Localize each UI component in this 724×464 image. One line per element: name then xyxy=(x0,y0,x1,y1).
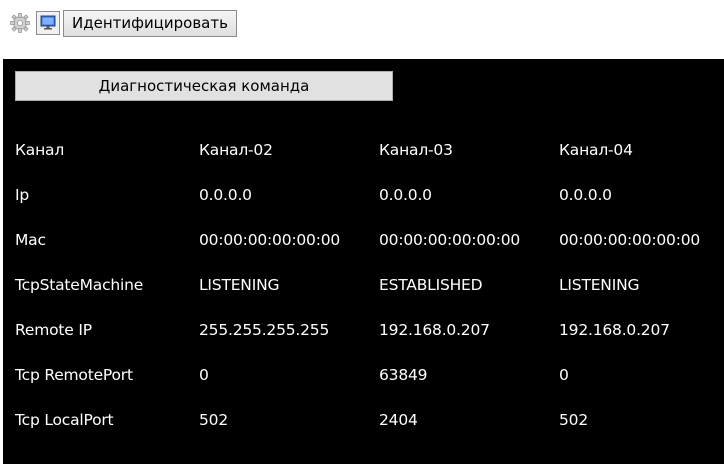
row-value: Канал-04 xyxy=(559,141,633,159)
monitor-icon[interactable] xyxy=(36,11,60,35)
row-label: Remote IP xyxy=(15,321,92,339)
row-value: 192.168.0.207 xyxy=(379,321,490,339)
row-value: Канал-02 xyxy=(199,141,273,159)
row-value: 255.255.255.255 xyxy=(199,321,330,339)
row-value: LISTENING xyxy=(199,276,280,294)
row-value: 0.0.0.0 xyxy=(379,186,432,204)
row-label: Tcp LocalPort xyxy=(15,411,114,429)
row-value: 0.0.0.0 xyxy=(199,186,252,204)
row-label: Tcp RemotePort xyxy=(15,366,133,384)
gear-icon[interactable] xyxy=(8,11,32,35)
identify-button[interactable]: Идентифицировать xyxy=(63,10,237,37)
diagnostic-command-button[interactable]: Диагностическая команда xyxy=(15,71,393,101)
channel-panel: Диагностическая команда Канал Канал-02 К… xyxy=(3,59,724,464)
row-value: Канал-03 xyxy=(379,141,453,159)
row-value: 00:00:00:00:00:00 xyxy=(379,231,521,249)
toolbar: Идентифицировать xyxy=(0,0,724,56)
row-value: 502 xyxy=(199,411,228,429)
row-value: 0 xyxy=(199,366,209,384)
row-value: 00:00:00:00:00:00 xyxy=(559,231,701,249)
row-value: 0.0.0.0 xyxy=(559,186,612,204)
row-value: 192.168.0.207 xyxy=(559,321,670,339)
row-label: Ip xyxy=(15,186,30,204)
row-label: TcpStateMachine xyxy=(15,276,144,294)
row-value: 0 xyxy=(559,366,569,384)
row-value: ESTABLISHED xyxy=(379,276,483,294)
row-label: Mac xyxy=(15,231,46,249)
row-label: Канал xyxy=(15,141,65,159)
row-value: 502 xyxy=(559,411,588,429)
row-value: 2404 xyxy=(379,411,418,429)
row-value: 00:00:00:00:00:00 xyxy=(199,231,341,249)
row-value: LISTENING xyxy=(559,276,640,294)
row-value: 63849 xyxy=(379,366,428,384)
